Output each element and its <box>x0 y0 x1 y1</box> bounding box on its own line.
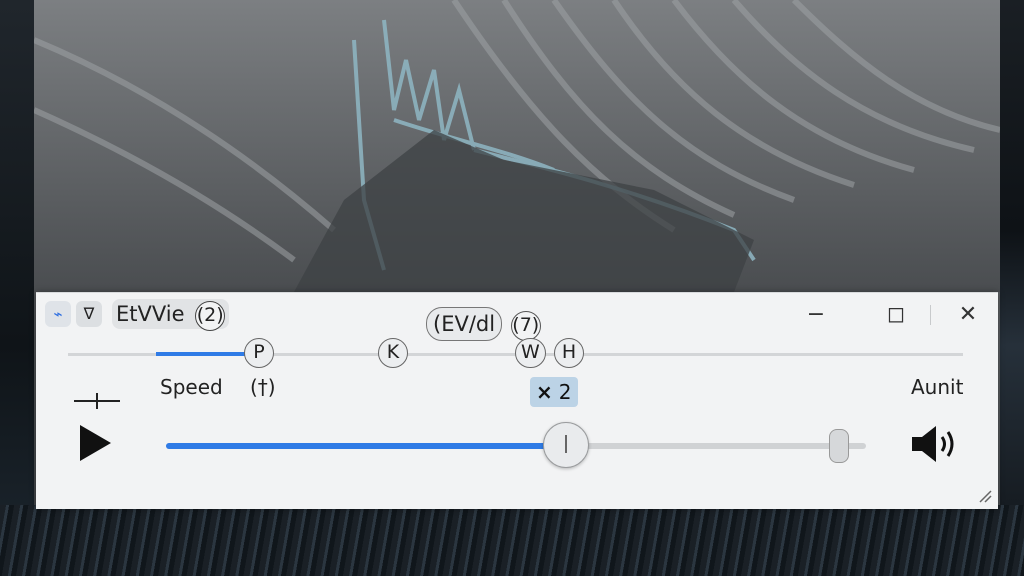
speed-multiplier-badge[interactable]: × 2 <box>530 377 578 407</box>
video-content <box>34 0 1000 292</box>
audio-label: Aunit <box>911 375 964 399</box>
multiplier-value: 2 <box>558 380 572 404</box>
seek-thumb[interactable] <box>543 422 589 468</box>
chapter-marker-p[interactable]: P <box>244 338 274 368</box>
desktop-background-bottom <box>0 505 1024 576</box>
chapter-marker-h[interactable]: H <box>554 338 584 368</box>
chapter-marker-k[interactable]: K <box>378 338 408 368</box>
dropdown-menu-button[interactable]: ∇ <box>76 301 102 327</box>
window-title: EtVVie (2) <box>112 299 230 331</box>
minimize-button[interactable]: − <box>798 301 834 329</box>
window-title-count: (2) <box>195 301 226 331</box>
multiplier-symbol: × <box>536 380 553 404</box>
title-bar: ⌁ ∇ EtVVie (2) (EV/dl (7) − ◻ ✕ <box>36 293 998 341</box>
seek-progress <box>166 443 565 449</box>
minus-plus-icon[interactable] <box>74 393 120 409</box>
speed-hint: (†) <box>250 375 276 399</box>
chapter-marker-w[interactable]: W <box>515 338 546 368</box>
desktop-background-left <box>0 0 34 576</box>
speed-label: Speed <box>160 375 223 399</box>
chapter-title-count: (7) <box>510 311 541 341</box>
chapter-title: (EV/dl (7) <box>426 307 541 341</box>
desktop-background-right <box>1000 0 1024 576</box>
speaker-icon[interactable] <box>910 423 964 465</box>
titlebar-separator <box>930 305 931 325</box>
player-control-panel: ⌁ ∇ EtVVie (2) (EV/dl (7) − ◻ ✕ P K W H … <box>36 292 998 509</box>
chapter-title-text: (EV/dl <box>426 307 503 341</box>
restore-button[interactable]: ◻ <box>878 301 914 329</box>
resize-grip-icon[interactable] <box>976 487 992 503</box>
window-title-text: EtVVie <box>116 302 185 326</box>
app-logo-icon[interactable]: ⌁ <box>45 301 71 327</box>
seek-slider[interactable] <box>166 422 866 468</box>
volume-thumb[interactable] <box>829 429 849 463</box>
play-icon[interactable] <box>80 425 111 461</box>
close-button[interactable]: ✕ <box>950 301 986 329</box>
chapter-progress <box>156 352 252 356</box>
